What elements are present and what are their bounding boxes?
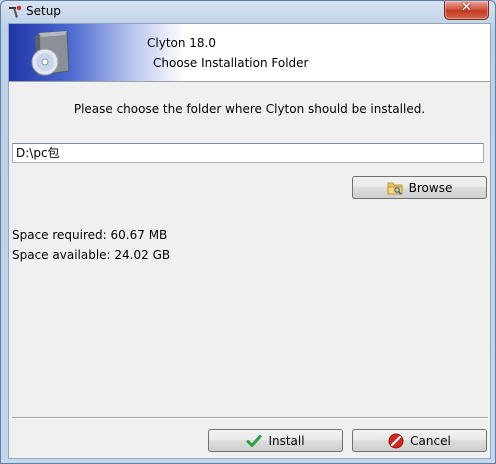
setup-window: Setup ✕ Clyton 18.0 Choose Installation …	[0, 0, 496, 464]
browse-button[interactable]: Browse	[352, 176, 487, 199]
space-available: Space available: 24.02 GB	[12, 248, 171, 262]
install-path-input[interactable]	[12, 143, 484, 163]
setup-app-icon	[7, 4, 23, 20]
client-area: Clyton 18.0 Choose Installation Folder P…	[8, 23, 491, 459]
window-title: Setup	[26, 4, 61, 18]
folder-icon	[387, 180, 403, 196]
header-subtitle: Choose Installation Folder	[153, 56, 309, 70]
cancel-label: Cancel	[410, 433, 451, 448]
install-prompt: Please choose the folder where Clyton sh…	[73, 102, 426, 116]
cd-box-icon	[25, 29, 75, 77]
header-banner: Clyton 18.0 Choose Installation Folder	[9, 24, 490, 82]
install-button[interactable]: Install	[208, 429, 343, 452]
cancel-icon	[388, 433, 404, 449]
close-icon: ✕	[461, 0, 472, 15]
header-title: Clyton 18.0	[147, 36, 216, 50]
cancel-button[interactable]: Cancel	[352, 429, 487, 452]
header-graphic	[9, 24, 184, 81]
install-label: Install	[268, 433, 305, 448]
browse-label: Browse	[408, 180, 453, 195]
footer-divider	[12, 417, 488, 419]
title-bar[interactable]: Setup ✕	[1, 1, 495, 23]
checkmark-icon	[246, 433, 262, 449]
space-required: Space required: 60.67 MB	[12, 228, 168, 242]
close-button[interactable]: ✕	[444, 1, 489, 20]
